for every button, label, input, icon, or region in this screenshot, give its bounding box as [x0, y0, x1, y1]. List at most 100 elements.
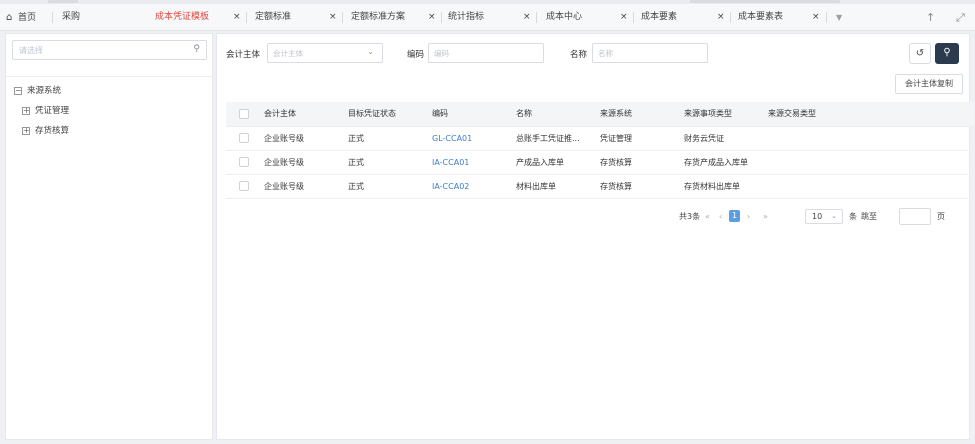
chevron-down-icon: ⌄ — [831, 212, 837, 220]
tab-label: 定额标准 — [255, 12, 292, 22]
tab-separator — [536, 12, 537, 23]
expand-node-icon[interactable]: + — [22, 126, 30, 135]
home-icon: ⌂ — [6, 12, 13, 23]
tree-node-voucher-management[interactable]: + 凭证管理 — [22, 104, 69, 118]
col-header: 名称 — [516, 102, 600, 127]
tree-search-input[interactable] — [13, 41, 183, 59]
table-cell: 产成品入库单 — [516, 150, 600, 175]
tab-label: 成本要素表 — [738, 12, 784, 22]
table-cell: 凭证管理 — [600, 126, 684, 151]
table-cell: 正式 — [348, 174, 432, 199]
close-icon[interactable]: × — [329, 4, 337, 31]
name-filter-label: 名称 — [570, 50, 588, 60]
search-icon: ⚲ — [943, 47, 951, 58]
col-header: 会计主体 — [264, 102, 348, 127]
next-page-icon[interactable]: › — [747, 209, 750, 225]
tab-cost-element-table[interactable]: 成本要素表 — [738, 4, 783, 31]
tab-quota-standard[interactable]: 定额标准 — [255, 4, 291, 31]
last-page-icon[interactable]: » — [763, 209, 768, 225]
first-page-icon[interactable]: « — [705, 209, 710, 225]
copy-entity-button[interactable]: 会计主体复制 — [895, 74, 963, 94]
row-checkbox[interactable] — [239, 133, 249, 143]
chevron-down-icon: ⌄ — [367, 47, 374, 56]
page-size-select[interactable]: 10 ⌄ — [805, 209, 843, 224]
row-checkbox[interactable] — [239, 157, 249, 167]
name-field — [592, 43, 708, 63]
jump-page-input[interactable] — [899, 208, 931, 225]
voucher-template-table: 会计主体 目标凭证状态 编码 名称 来源系统 来源事项类型 来源交易类型 企业账… — [226, 102, 974, 199]
tree-node-inventory-accounting[interactable]: + 存货核算 — [22, 124, 69, 138]
close-icon[interactable]: × — [233, 4, 241, 31]
tab-cost-voucher-template[interactable]: 成本凭证模板 — [155, 4, 209, 31]
entity-select[interactable]: ⌄ — [267, 43, 383, 63]
top-strip-right — [690, 0, 840, 3]
table-row[interactable]: 企业账号级 正式 IA-CCA01 产成品入库单 存货核算 存货产成品入库单 — [226, 150, 974, 175]
table-row[interactable]: 企业账号级 正式 IA-CCA02 材料出库单 存货核算 存货材料出库单 — [226, 174, 974, 199]
tree-node-label: 来源系统 — [27, 86, 62, 96]
page-size-value: 10 — [812, 212, 823, 221]
tab-label: 首页 — [18, 13, 37, 23]
table-cell: 存货材料出库单 — [684, 174, 768, 199]
close-icon[interactable]: × — [428, 4, 436, 31]
code-link[interactable]: IA-CCA02 — [432, 174, 516, 199]
current-page[interactable]: 1 — [729, 210, 740, 222]
search-icon[interactable]: ⚲ — [193, 44, 200, 54]
code-link[interactable]: GL-CCA01 — [432, 126, 516, 151]
reset-icon: ↺ — [915, 48, 925, 59]
tree-node-label: 凭证管理 — [35, 106, 70, 116]
col-header: 目标凭证状态 — [348, 102, 432, 127]
col-header: 编码 — [432, 102, 516, 127]
tab-separator — [633, 12, 634, 23]
close-icon[interactable]: × — [812, 4, 820, 31]
table-cell: 存货核算 — [600, 150, 684, 175]
table-header-row: 会计主体 目标凭证状态 编码 名称 来源系统 来源事项类型 来源交易类型 — [226, 102, 974, 127]
table-cell: 存货核算 — [600, 174, 684, 199]
close-icon[interactable]: × — [620, 4, 628, 31]
table-cell: 企业账号级 — [264, 150, 348, 175]
code-field — [428, 43, 544, 63]
table-cell: 企业账号级 — [264, 126, 348, 151]
close-icon[interactable]: × — [717, 4, 725, 31]
tab-home[interactable]: ⌂ 首页 — [6, 4, 36, 31]
select-all-checkbox[interactable] — [239, 108, 249, 119]
tab-label: 成本中心 — [546, 12, 583, 22]
tab-cost-center[interactable]: 成本中心 — [546, 4, 582, 31]
tree-node-source-system[interactable]: − 来源系统 — [14, 84, 61, 98]
name-input[interactable] — [593, 44, 707, 62]
code-filter-label: 编码 — [407, 50, 425, 60]
table-row[interactable]: 企业账号级 正式 GL-CCA01 总账手工凭证推... 凭证管理 财务云凭证 — [226, 126, 974, 151]
col-header: 来源事项类型 — [684, 102, 768, 127]
tab-separator — [441, 12, 442, 23]
tab-purchase[interactable]: 采购 — [62, 4, 80, 31]
prev-page-icon[interactable]: ‹ — [719, 209, 722, 225]
reset-button[interactable]: ↺ — [909, 43, 931, 64]
expand-node-icon[interactable]: + — [22, 106, 30, 115]
tab-label: 成本要素 — [641, 12, 678, 22]
entity-filter-label: 会计主体 — [226, 50, 261, 60]
table-cell: 财务云凭证 — [684, 126, 768, 151]
tree-node-label: 存货核算 — [35, 126, 70, 136]
page-size-unit: 条 — [849, 212, 857, 221]
search-button[interactable]: ⚲ — [935, 43, 959, 64]
code-link[interactable]: IA-CCA01 — [432, 150, 516, 175]
table-cell — [768, 150, 974, 175]
row-checkbox[interactable] — [239, 181, 249, 191]
entity-select-input[interactable] — [268, 44, 382, 62]
tab-separator — [246, 12, 247, 23]
expand-icon[interactable]: ⤢ — [956, 4, 965, 31]
table-cell: 正式 — [348, 150, 432, 175]
code-input[interactable] — [429, 44, 543, 62]
tab-cost-element[interactable]: 成本要素 — [641, 4, 677, 31]
collapse-icon[interactable]: − — [14, 86, 22, 95]
close-icon[interactable]: × — [523, 4, 531, 31]
tab-quota-standard-plan[interactable]: 定额标准方案 — [351, 4, 405, 31]
more-tabs-icon[interactable]: ▼ — [836, 4, 842, 31]
tab-label: 采购 — [62, 12, 81, 22]
table-cell: 企业账号级 — [264, 174, 348, 199]
tab-separator — [342, 12, 343, 23]
tab-bar: ⌂ 首页 采购 成本凭证模板 × 定额标准 × 定额标准方案 × 统计指标 × 成… — [0, 4, 975, 31]
jump-label: 跳至 — [861, 212, 877, 221]
tab-statistics-indicator[interactable]: 统计指标 — [448, 4, 484, 31]
upload-icon[interactable]: ↑ — [926, 4, 935, 31]
table-cell: 总账手工凭证推... — [516, 126, 600, 151]
